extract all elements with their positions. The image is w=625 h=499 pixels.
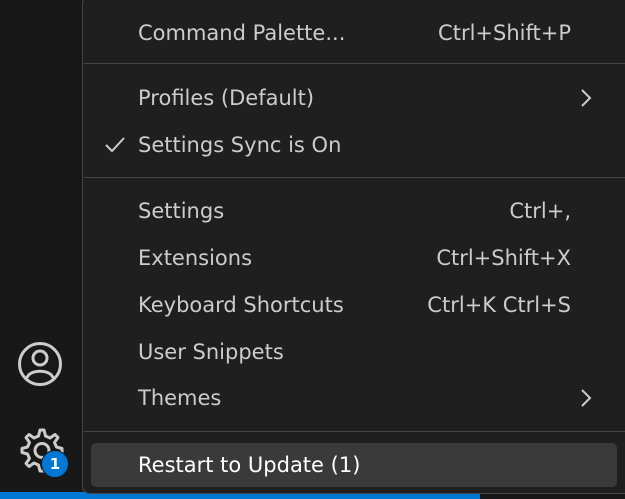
menu-item-command-palette[interactable]: Command Palette... Ctrl+Shift+P [91, 11, 617, 55]
update-count-badge: 1 [41, 450, 69, 478]
menu-item-themes[interactable]: Themes [91, 376, 617, 420]
menu-item-keyboard-shortcuts[interactable]: Keyboard Shortcuts Ctrl+K Ctrl+S [91, 283, 617, 327]
menu-separator [84, 63, 625, 64]
menu-item-label: Command Palette... [138, 21, 346, 45]
manage-context-menu: Command Palette... Ctrl+Shift+P Profiles… [82, 0, 625, 494]
menu-item-keybinding: Ctrl+, [509, 199, 571, 223]
menu-item-keybinding: Ctrl+K Ctrl+S [427, 293, 571, 317]
menu-item-label: Keyboard Shortcuts [138, 293, 344, 317]
menu-separator [84, 177, 625, 178]
menu-item-label: Settings [138, 199, 225, 223]
menu-item-label: User Snippets [138, 340, 284, 364]
menu-item-profiles[interactable]: Profiles (Default) [91, 76, 617, 120]
checkmark-icon [105, 137, 125, 153]
menu-item-label: Themes [138, 386, 222, 410]
menu-item-keybinding: Ctrl+Shift+X [436, 246, 571, 270]
menu-item-label: Profiles (Default) [138, 86, 315, 110]
menu-item-restart-to-update[interactable]: Restart to Update (1) [91, 443, 617, 487]
menu-item-label: Restart to Update (1) [138, 453, 361, 477]
chevron-right-icon [581, 89, 592, 107]
menu-item-label: Settings Sync is On [138, 133, 342, 157]
menu-separator [84, 431, 625, 432]
activity-bar: 1 [0, 0, 82, 499]
menu-item-user-snippets[interactable]: User Snippets [91, 330, 617, 374]
chevron-right-icon [581, 389, 592, 407]
menu-item-keybinding: Ctrl+Shift+P [438, 21, 571, 45]
menu-item-settings[interactable]: Settings Ctrl+, [91, 189, 617, 233]
account-icon[interactable] [17, 341, 63, 387]
menu-item-settings-sync[interactable]: Settings Sync is On [91, 123, 617, 167]
menu-item-label: Extensions [138, 246, 253, 270]
menu-item-extensions[interactable]: Extensions Ctrl+Shift+X [91, 236, 617, 280]
